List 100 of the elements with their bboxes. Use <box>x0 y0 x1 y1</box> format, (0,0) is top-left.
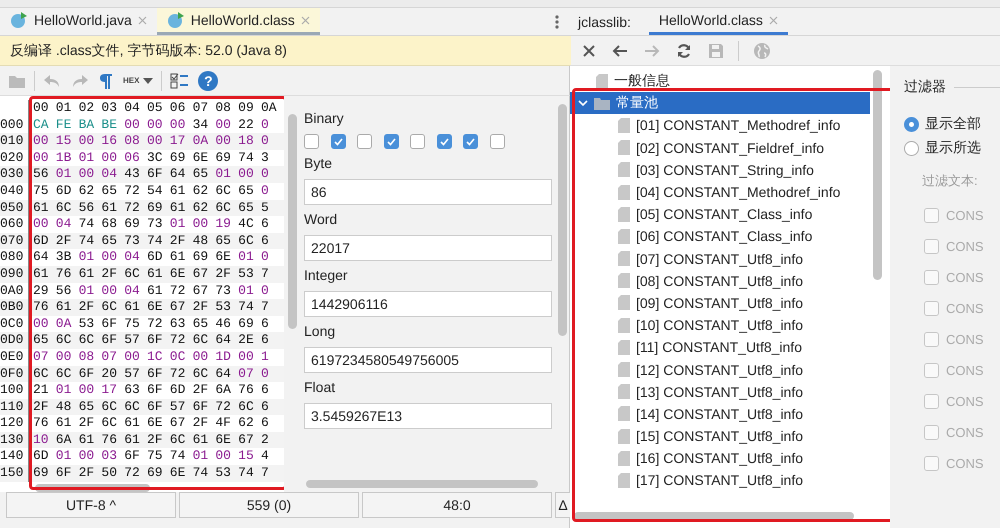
hex-row-text: CA FE BA BE 00 00 00 34 00 22 0 <box>32 116 270 134</box>
chevron-icon[interactable] <box>578 98 588 108</box>
class-file-icon <box>166 11 185 29</box>
decompile-banner: 反编译 .class文件, 字节码版本: 52.0 (Java 8) <box>0 36 571 66</box>
tree-item[interactable]: 常量池 <box>570 92 870 114</box>
tree-item[interactable]: [13] CONSTANT_Utf8_info <box>570 380 870 403</box>
tree-item[interactable]: [02] CONSTANT_Fieldref_info <box>570 136 870 159</box>
tree-item[interactable]: [09] CONSTANT_Utf8_info <box>570 292 870 314</box>
bit-checkbox[interactable] <box>436 134 452 149</box>
pilcrow-icon <box>99 72 113 90</box>
bit-checkbox[interactable] <box>330 134 346 149</box>
class-tab[interactable]: HelloWorld.class <box>648 8 788 35</box>
tree-item[interactable]: [10] CONSTANT_Utf8_info <box>570 314 870 336</box>
status-cell[interactable]: 48:0 <box>362 492 552 518</box>
bit-checkbox[interactable] <box>490 134 504 149</box>
close-icon[interactable] <box>768 16 778 24</box>
format-dropdown[interactable]: HEX <box>121 74 156 87</box>
value-field[interactable]: 22017 <box>304 235 552 261</box>
hex-offset: 0F0 <box>0 366 29 382</box>
redo-icon <box>71 72 89 88</box>
status-cell[interactable]: Δ <box>555 492 571 518</box>
checkbox-label: CONS <box>946 456 984 471</box>
filter-text-label: 过滤文本: <box>922 172 979 190</box>
tree-item[interactable]: [06] CONSTANT_Class_info <box>570 225 870 248</box>
hex-offset: 0B0 <box>0 299 29 316</box>
tree-item[interactable]: [14] CONSTANT_Utf8_info <box>570 402 870 425</box>
checkmark-icon <box>334 138 342 146</box>
hex-offset: 030 <box>0 166 29 183</box>
file-icon <box>618 450 630 466</box>
hex-offset: 0D0 <box>0 332 29 349</box>
bit-checkbox[interactable] <box>357 134 372 149</box>
bit-checkbox[interactable] <box>463 134 478 149</box>
refresh-icon <box>676 42 692 58</box>
file-icon <box>618 140 630 156</box>
tree-item[interactable]: [17] CONSTANT_Utf8_info <box>570 469 870 492</box>
help-button[interactable]: ? <box>198 70 218 90</box>
file-icon <box>618 362 630 378</box>
file-icon <box>618 184 630 200</box>
vertical-scrollbar[interactable] <box>288 114 296 329</box>
value-field[interactable]: 1442906116 <box>304 291 552 317</box>
hex-offset: 070 <box>0 232 29 250</box>
tree-item[interactable]: [11] CONSTANT_Utf8_info <box>570 336 870 358</box>
field-label: Float <box>304 379 336 395</box>
close-icon[interactable] <box>138 16 147 24</box>
hex-row-text: 29 56 01 00 04 61 72 67 73 01 0 <box>32 282 270 300</box>
status-cell[interactable]: UTF-8 ^ <box>6 492 176 518</box>
vertical-scrollbar[interactable] <box>558 104 567 336</box>
undo-icon <box>43 72 61 88</box>
tree-item[interactable]: [05] CONSTANT_Class_info <box>570 203 870 226</box>
hex-offset: 090 <box>0 266 29 283</box>
hex-column-header: 00 01 02 03 04 05 06 07 08 09 0A <box>32 100 278 117</box>
hex-row-text: 76 61 2F 6C 61 6E 67 2F 4F 62 6 <box>32 415 270 432</box>
tree-item[interactable]: [03] CONSTANT_String_info <box>570 158 870 181</box>
tree-item[interactable]: [07] CONSTANT_Utf8_info <box>570 248 870 270</box>
tree-item[interactable]: 一般信息 <box>570 70 870 92</box>
field-label: Binary <box>304 110 345 126</box>
field-label: Word <box>304 211 338 227</box>
checklist-icon <box>170 72 190 90</box>
tree-item[interactable]: [16] CONSTANT_Utf8_info <box>570 447 870 470</box>
radio-option[interactable]: 显示所选 <box>904 136 1000 160</box>
checkbox-label: CONS <box>946 270 984 285</box>
status-cell[interactable]: 559 (0) <box>179 492 359 518</box>
editor-tab[interactable]: HelloWorld.java <box>0 8 157 35</box>
back-arrow-icon <box>612 44 628 58</box>
class-file-icon <box>10 11 28 29</box>
file-icon <box>618 295 630 310</box>
radio-option[interactable]: 显示全部 <box>904 112 1000 136</box>
field-label: Byte <box>304 155 334 171</box>
file-icon <box>618 340 630 355</box>
hex-row-text: 6D 2F 74 65 73 74 2F 48 65 6C 6 <box>32 232 270 250</box>
file-icon <box>618 406 630 422</box>
close-icon[interactable] <box>300 16 310 24</box>
filter-title: 过滤器 <box>904 78 946 96</box>
more-icon[interactable] <box>555 14 559 28</box>
horizontal-scrollbar[interactable] <box>306 480 538 488</box>
checkbox-label: CONS <box>946 208 984 223</box>
hex-row-text: 61 76 61 2F 6C 61 6E 67 2F 53 7 <box>32 266 270 283</box>
hex-row-text: 6D 01 00 03 6F 75 74 01 00 15 4 <box>32 448 270 466</box>
editor-tab[interactable]: HelloWorld.class <box>156 8 320 35</box>
hex-row-text: 69 6F 2F 50 72 69 6E 74 53 74 7 <box>32 465 270 482</box>
hex-row-text: 75 6D 62 65 72 54 61 62 6C 65 0 <box>32 182 270 200</box>
value-field[interactable]: 3.5459267E13 <box>304 403 552 429</box>
checkmark-icon <box>386 138 396 146</box>
bit-checkbox[interactable] <box>410 134 425 149</box>
file-icon <box>618 228 630 244</box>
file-icon <box>618 162 630 178</box>
tree-item[interactable]: [08] CONSTANT_Utf8_info <box>570 270 870 292</box>
bit-checkbox[interactable] <box>384 134 398 149</box>
value-field[interactable]: 86 <box>304 179 552 205</box>
checkbox-label: CONS <box>946 332 984 347</box>
tree-item[interactable]: [01] CONSTANT_Methodref_info <box>570 114 870 137</box>
bit-checkbox[interactable] <box>304 134 319 149</box>
checkmark-icon <box>440 138 448 146</box>
forward-arrow-icon <box>644 44 660 58</box>
tree-item[interactable]: [04] CONSTANT_Methodref_info <box>570 180 870 204</box>
vertical-scrollbar[interactable] <box>873 70 882 280</box>
tree-item[interactable]: [15] CONSTANT_Utf8_info <box>570 425 870 448</box>
tree-item[interactable]: [12] CONSTANT_Utf8_info <box>570 358 870 381</box>
hex-offset: 010 <box>0 133 29 150</box>
value-field[interactable]: 6197234580549756005 <box>304 347 552 373</box>
